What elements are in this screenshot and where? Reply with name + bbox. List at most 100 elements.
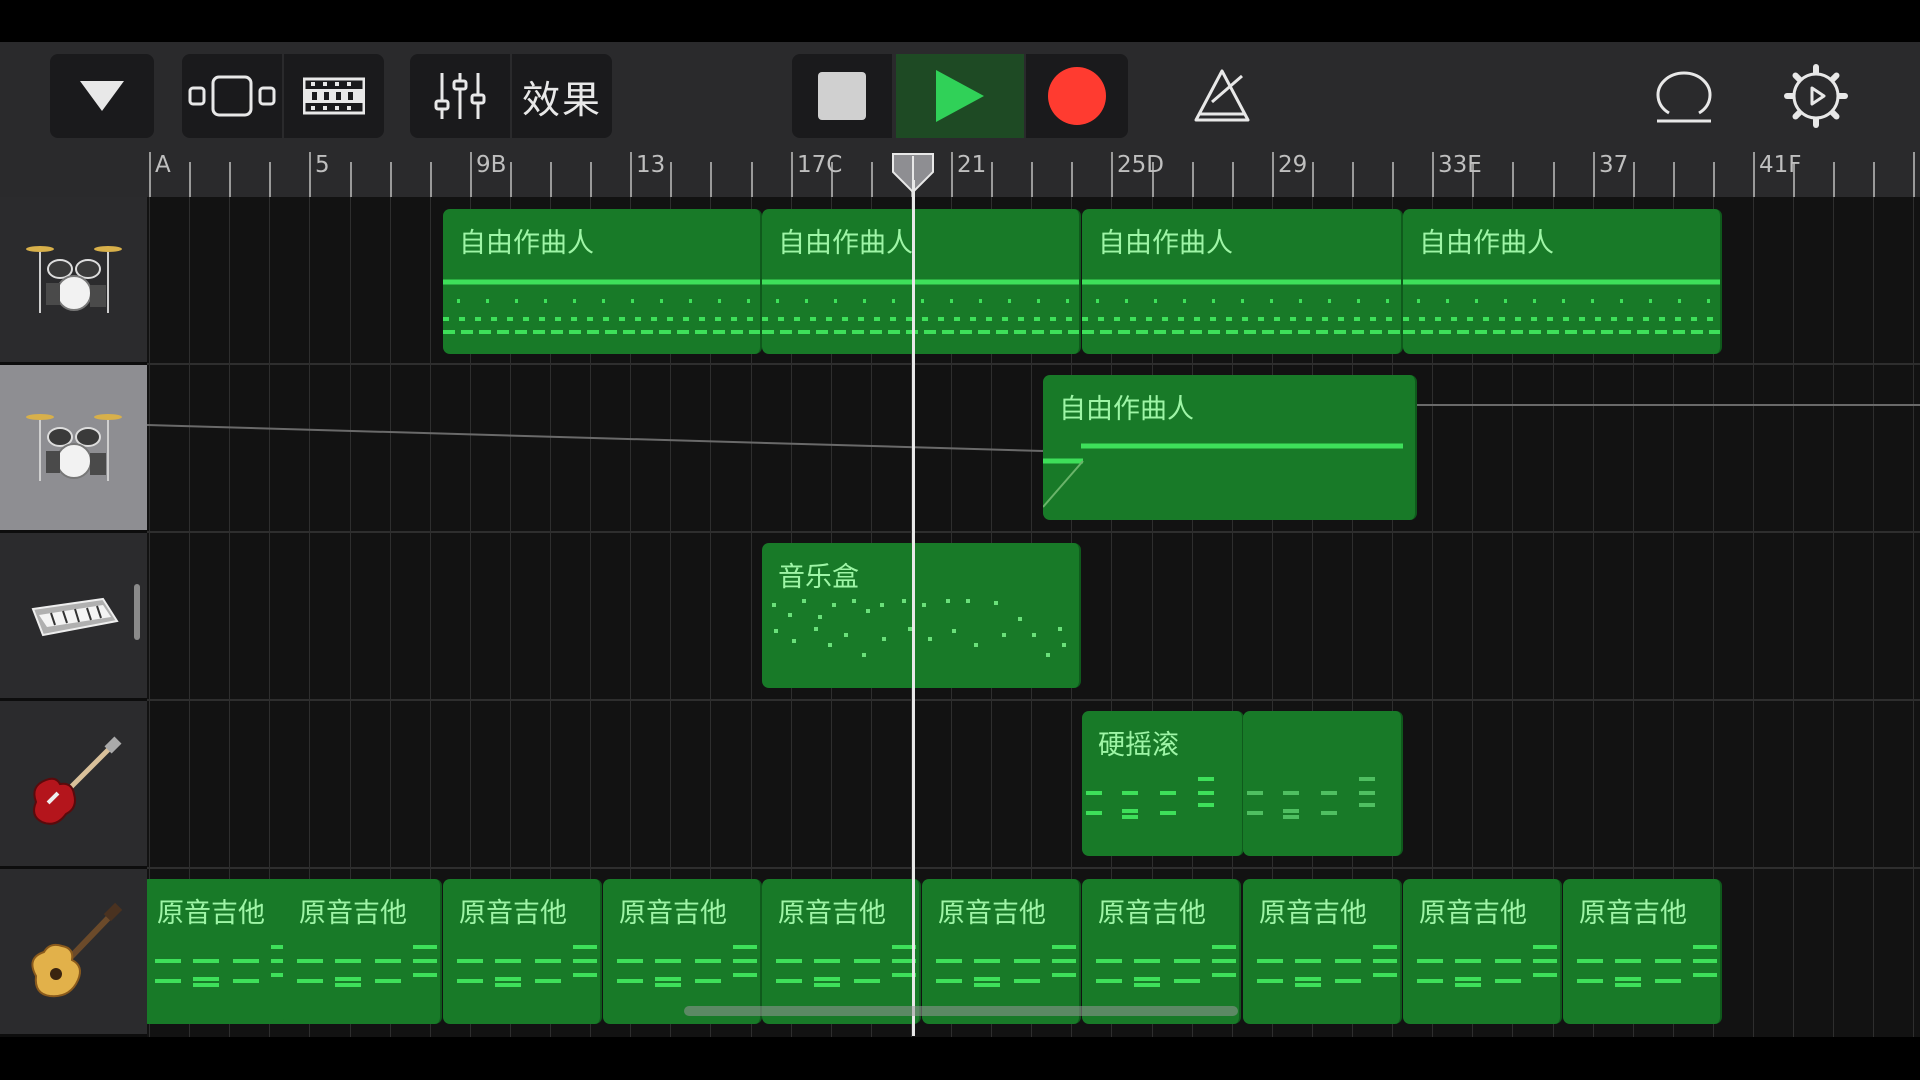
loop-browser-button[interactable] (1642, 54, 1726, 138)
track-separator (147, 699, 1920, 701)
region-acoustic-guitar[interactable]: 原音吉他 (1563, 879, 1722, 1024)
ruler-tick (149, 152, 151, 197)
region-acoustic-guitar[interactable]: 原音吉他 (1243, 879, 1402, 1024)
gear-icon (1784, 64, 1848, 128)
effects-label: 效果 (521, 77, 602, 122)
playhead[interactable] (912, 180, 915, 1036)
mixer-sliders-icon (434, 73, 486, 119)
stop-button[interactable] (792, 54, 892, 138)
region-acoustic-guitar[interactable]: 原音吉他 (922, 879, 1081, 1024)
guitar-pattern (617, 945, 757, 987)
ruler-label: 29 (1278, 152, 1308, 178)
tracks-view-icon (188, 75, 276, 117)
ruler-label: 21 (957, 152, 987, 178)
region-acoustic-guitar[interactable]: 原音吉他 (603, 879, 762, 1024)
track-header-drums[interactable] (0, 197, 147, 365)
ruler-tick (1553, 162, 1555, 197)
ruler-tick (1232, 162, 1234, 197)
tracks-area[interactable]: 自由作曲人 自由作曲人 自由作曲人 自由作曲人 自由作曲人 音乐盒 硬摇滚 原音… (147, 197, 1920, 1037)
ruler-tick (1192, 162, 1194, 197)
drum-pattern (443, 279, 760, 334)
ruler-label: 33E (1438, 152, 1482, 178)
region-drummer[interactable]: 自由作曲人 (762, 209, 1081, 354)
ruler-tick (550, 162, 552, 197)
drum-kit-icon (25, 245, 122, 313)
drum-pattern (1043, 443, 1403, 508)
guitar-pattern (1247, 777, 1375, 819)
ruler-tick (269, 162, 271, 197)
ruler-label: 17C (797, 152, 843, 178)
track-separator (147, 867, 1920, 869)
grid-line (1753, 197, 1754, 1037)
guitar-pattern (1086, 777, 1214, 819)
tracks-scroll-indicator[interactable] (134, 584, 140, 640)
region-drummer[interactable]: 自由作曲人 (443, 209, 762, 354)
guitar-pattern (457, 945, 597, 987)
ruler-tick (1392, 162, 1394, 197)
drum-kit-icon (25, 413, 122, 481)
ruler-tick (1512, 162, 1514, 197)
region-hard-rock-loop[interactable] (1243, 711, 1403, 856)
region-drummer-selected[interactable]: 自由作曲人 (1043, 375, 1417, 520)
guitar-pattern (936, 945, 1076, 987)
ruler-tick (630, 152, 632, 197)
ruler-label: 25D (1117, 152, 1164, 178)
ruler-tick (309, 152, 311, 197)
ruler-tick (1432, 152, 1434, 197)
guitar-pattern (1096, 945, 1236, 987)
loop-icon (1656, 71, 1712, 123)
guitar-pattern (776, 945, 916, 987)
ruler-tick (470, 152, 472, 197)
ruler-tick (510, 162, 512, 197)
triangle-down-icon (80, 81, 124, 111)
bottom-bar (0, 1037, 1920, 1080)
ruler-tick (1673, 162, 1675, 197)
track-header-drums-selected[interactable] (0, 365, 147, 533)
region-music-box[interactable]: 音乐盒 (762, 543, 1081, 688)
region-acoustic-guitar[interactable]: 原音吉他 (762, 879, 921, 1024)
drum-pattern (762, 279, 1079, 334)
region-acoustic-guitar[interactable]: 原音吉他 (147, 879, 300, 1024)
track-header-electric-guitar[interactable] (0, 701, 147, 869)
acoustic-guitar-icon (30, 902, 122, 997)
ruler-tick (229, 162, 231, 197)
tracks-view-button[interactable] (182, 54, 282, 138)
ruler-tick (1031, 162, 1033, 197)
ruler-tick (189, 162, 191, 197)
ruler-tick (710, 162, 712, 197)
track-headers (0, 197, 147, 1037)
region-acoustic-guitar[interactable]: 原音吉他 (1403, 879, 1562, 1024)
timeline-ruler[interactable]: A59B1317C2125D2933E3741F45 (0, 152, 1920, 197)
guitar-pattern (1577, 945, 1717, 987)
browser-menu-button[interactable] (50, 54, 154, 138)
grid-line (1873, 197, 1874, 1037)
track-header-keyboard[interactable] (0, 533, 147, 701)
mixer-button[interactable] (410, 54, 510, 138)
automation-curve[interactable] (147, 365, 1920, 530)
region-drummer[interactable]: 自由作曲人 (1082, 209, 1403, 354)
ruler-tick (991, 162, 993, 197)
settings-button[interactable] (1774, 54, 1858, 138)
metronome-icon (1194, 69, 1250, 122)
region-acoustic-guitar[interactable]: 原音吉他 (283, 879, 442, 1024)
live-loops-view-button[interactable] (284, 54, 384, 138)
record-icon (1048, 67, 1106, 125)
region-acoustic-guitar[interactable]: 原音吉他 (443, 879, 602, 1024)
region-drummer[interactable]: 自由作曲人 (1403, 209, 1722, 354)
ruler-tick (1312, 162, 1314, 197)
ruler-tick (1593, 152, 1595, 197)
ruler-tick (1352, 162, 1354, 197)
track-grid-icon (303, 77, 365, 115)
region-acoustic-guitar[interactable]: 原音吉他 (1082, 879, 1241, 1024)
track-header-acoustic-guitar[interactable] (0, 869, 147, 1037)
ruler-tick (1633, 162, 1635, 197)
record-button[interactable] (1026, 54, 1128, 138)
grid-line (1793, 197, 1794, 1037)
region-hard-rock[interactable]: 硬摇滚 (1082, 711, 1244, 856)
stop-icon (818, 72, 866, 120)
timeline-scroll-indicator[interactable] (684, 1006, 1238, 1016)
ruler-tick (1111, 152, 1113, 197)
effects-button[interactable]: 效果 (512, 54, 612, 138)
play-button[interactable] (896, 54, 1024, 138)
metronome-button[interactable] (1180, 54, 1264, 138)
